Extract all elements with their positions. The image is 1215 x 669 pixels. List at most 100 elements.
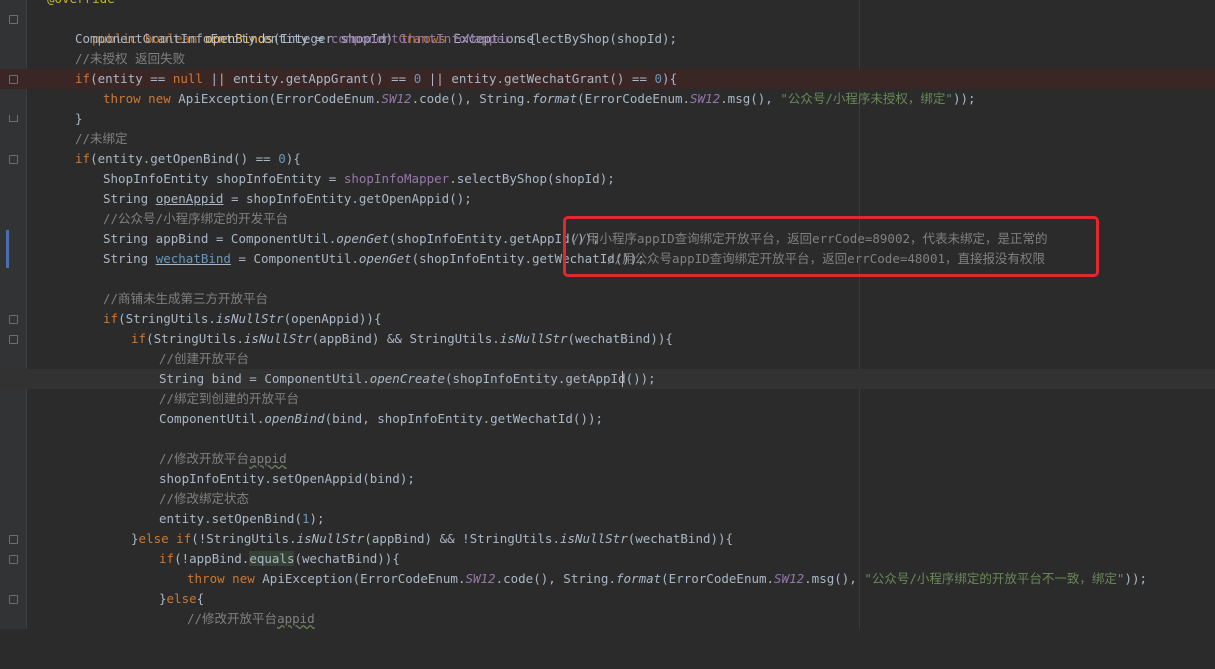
token-field: shopInfoMapper [343,171,450,186]
code-line[interactable]: ComponentGrantInfoEntity entity = compon… [0,29,1215,49]
token-static-field: SW12 [381,91,412,106]
token-text: } [131,531,139,546]
token-keyword: throw [187,571,225,586]
token-text: (ErrorCodeEnum. [661,571,775,586]
fold-toggle-icon[interactable] [9,315,18,324]
code-editor[interactable]: @Override public boolean openBinds(Integ… [0,0,1215,629]
token-text: .code(), String. [495,571,616,586]
token-text: (shopInfoEntity.getAppId()); [444,371,656,386]
token-keyword: else [166,591,197,606]
code-line[interactable]: if(StringUtils.isNullStr(appBind) && Str… [0,329,1215,349]
token-text: .msg(), [720,91,781,106]
code-line[interactable]: shopInfoEntity.setOpenAppid(bind); [0,469,1215,489]
token-static-method: openGet [336,231,389,246]
code-line[interactable]: ShopInfoEntity shopInfoEntity = shopInfo… [0,169,1215,189]
token-comment: //商铺未生成第三方开放平台 [103,291,269,306]
code-line-current[interactable]: String bind = ComponentUtil.openCreate(s… [0,369,1215,389]
token-text: String [103,191,156,206]
token-static-method: format [532,91,578,106]
code-line[interactable]: //未绑定 [0,129,1215,149]
fold-end-icon[interactable] [9,115,18,122]
code-line[interactable]: }else if(!StringUtils.isNullStr(appBind)… [0,529,1215,549]
token-text: ComponentUtil. [159,411,265,426]
token-text: .code(), String. [411,91,532,106]
code-line[interactable] [0,429,1215,449]
token-text: (appBind) && StringUtils. [311,331,500,346]
token-text: ApiException(ErrorCodeEnum. [170,91,382,106]
token-variable: wechatBind [155,251,231,266]
token-keyword: new [148,91,171,106]
token-text: entity.setOpenBind( [159,511,302,526]
code-line[interactable]: throw new ApiException(ErrorCodeEnum.SW1… [0,89,1215,109]
token-text: { [196,591,205,606]
token-keyword: if [168,531,192,546]
token-text: (StringUtils. [146,331,244,346]
fold-toggle-icon[interactable] [9,555,18,564]
token-text: } [75,111,83,126]
code-line[interactable]: //未授权 返回失败 [0,49,1215,69]
token-static-method: isNullStr [559,531,628,546]
token-static-method: isNullStr [499,331,568,346]
token-keyword: throw [103,91,141,106]
token-comment: //绑定到创建的开放平台 [159,391,300,406]
code-line[interactable]: //商铺未生成第三方开放平台 [0,289,1215,309]
fold-toggle-icon[interactable] [9,155,18,164]
code-line[interactable]: ComponentUtil.openBind(bind, shopInfoEnt… [0,409,1215,429]
code-line[interactable]: if(entity.getOpenBind() == 0){ [0,149,1215,169]
token-text: (ErrorCodeEnum. [577,91,691,106]
fold-toggle-icon[interactable] [9,15,18,24]
fold-toggle-icon[interactable] [9,75,18,84]
code-line[interactable]: throw new ApiException(ErrorCodeEnum.SW1… [0,569,1215,589]
token-text: (entity == [90,71,173,86]
token-text: (openAppid)){ [283,311,382,326]
token-text: ){ [662,71,678,86]
token-text: )); [1124,571,1148,586]
token-text: || entity.getWechatGrant() == [421,71,655,86]
code-line[interactable]: if(!appBind.equals(wechatBind)){ [0,549,1215,569]
token-comment: //公众号/小程序绑定的开发平台 [103,211,289,226]
code-line[interactable]: //创建开放平台 [0,349,1215,369]
token-text: ); [309,511,325,526]
token-text: = shopInfoEntity.getOpenAppid(); [223,191,472,206]
fold-toggle-icon[interactable] [9,335,18,344]
token-text: = ComponentUtil. [230,251,359,266]
token-static-method: openGet [358,251,412,266]
fold-toggle-icon[interactable] [9,535,18,544]
token-keyword: if [75,151,91,166]
code-line[interactable]: public boolean openBinds(Integer shopId)… [0,9,1215,46]
code-line[interactable]: entity.setOpenBind(1); [0,509,1215,529]
code-line-error[interactable]: if(entity == null || entity.getAppGrant(… [0,69,1215,89]
code-line[interactable]: //修改开放平台appid [0,449,1215,469]
code-line[interactable]: @Override [0,0,1215,9]
token-text: || entity.getAppGrant() == [202,71,414,86]
token-string: "公众号/小程序绑定的开放平台不一致，绑定" [864,571,1125,586]
token-keyword: new [232,571,255,586]
token-text: )); [952,91,976,106]
code-line[interactable]: } [0,109,1215,129]
token-text: .selectByShop(shopId); [511,31,678,46]
token-text: ShopInfoEntity shopInfoEntity = [103,171,344,186]
token-static-method: openCreate [369,371,445,386]
token-number: 1 [302,511,310,526]
token-keyword: else [138,531,169,546]
code-line[interactable]: //修改开放平台appid [0,609,1215,629]
token-text: } [159,591,167,606]
code-line[interactable]: String openAppid = shopInfoEntity.getOpe… [0,189,1215,209]
code-line[interactable]: }else{ [0,589,1215,609]
token-text: String appBind = ComponentUtil. [103,231,337,246]
token-static-method: isNullStr [296,531,365,546]
token-text: (wechatBind)){ [294,551,400,566]
text-caret [622,371,623,387]
token-comment: //修改开放平台 [187,611,278,626]
code-line[interactable]: if(StringUtils.isNullStr(openAppid)){ [0,309,1215,329]
token-text: shopInfoEntity.setOpenAppid(bind); [159,471,415,486]
token-number: 0 [278,151,286,166]
token-static-method: isNullStr [243,331,312,346]
token-text: ApiException(ErrorCodeEnum. [254,571,466,586]
annotation-callout-box [563,216,1099,277]
token-keyword: null [172,71,203,86]
token-static-method: isNullStr [215,311,284,326]
code-line[interactable]: //绑定到创建的开放平台 [0,389,1215,409]
code-line[interactable]: //修改绑定状态 [0,489,1215,509]
fold-toggle-icon[interactable] [9,595,18,604]
